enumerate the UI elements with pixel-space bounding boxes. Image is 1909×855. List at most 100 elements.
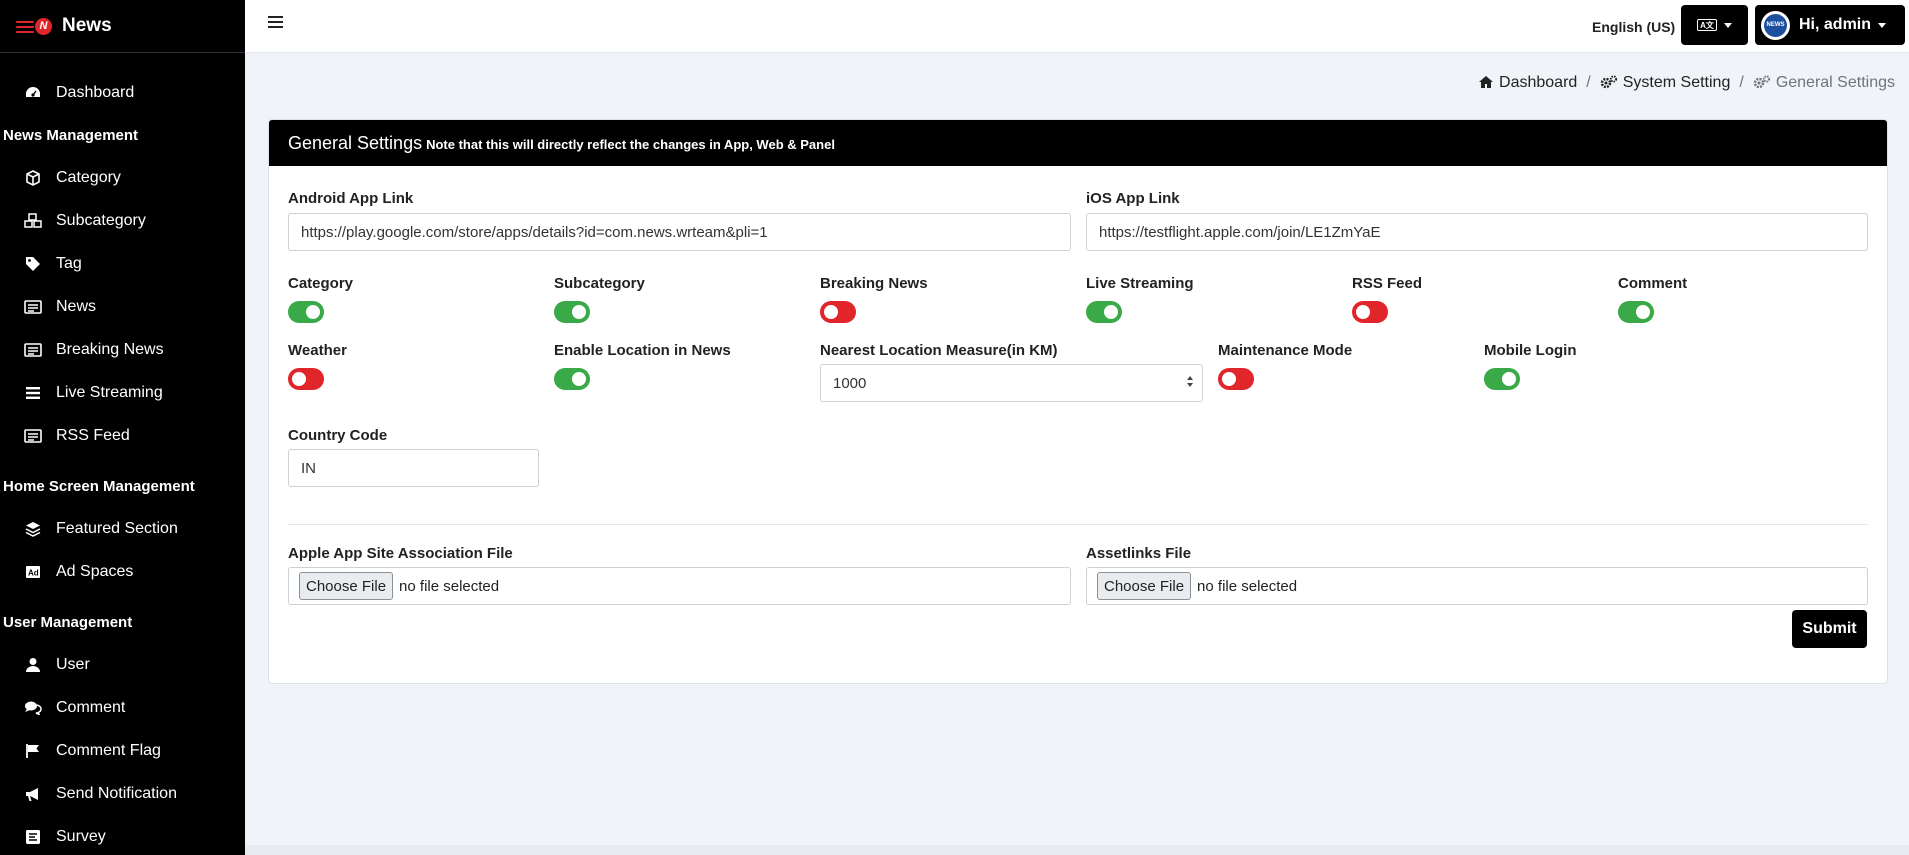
section-header-user-management: User Management (3, 613, 133, 631)
breadcrumb-general-settings: General Settings (1753, 74, 1895, 92)
mobile-login-toggle[interactable] (1484, 368, 1520, 390)
enable-location-toggle[interactable] (554, 368, 590, 390)
sidebar-item-label: Tag (56, 254, 82, 272)
menu-toggle-icon[interactable] (268, 16, 283, 30)
sidebar-item-ad-spaces[interactable]: Ad Ad Spaces (0, 550, 245, 593)
sidebar-item-rss-feed[interactable]: RSS Feed (0, 414, 245, 457)
brand-name: News (62, 15, 112, 36)
ios-link-input[interactable]: https://testflight.apple.com/join/LE1ZmY… (1086, 213, 1868, 251)
section-divider (288, 524, 1868, 525)
toggle-label-mobile-login: Mobile Login (1484, 342, 1577, 359)
layers-icon (23, 521, 43, 537)
choose-file-button[interactable]: Choose File (299, 572, 394, 600)
sidebar-item-label: Category (56, 168, 121, 186)
toggle-label-enable-location: Enable Location in News (554, 342, 731, 359)
flag-icon (23, 743, 43, 759)
sidebar-item-label: RSS Feed (56, 426, 130, 444)
cube-icon (23, 169, 43, 186)
submit-button[interactable]: Submit (1792, 610, 1867, 648)
country-code-input[interactable]: IN (288, 449, 539, 487)
toggle-label-comment: Comment (1618, 275, 1688, 292)
breaking-news-toggle[interactable] (820, 301, 856, 323)
sidebar-item-label: Breaking News (56, 340, 164, 358)
toggle-label-live-streaming: Live Streaming (1086, 275, 1194, 292)
sidebar-item-survey[interactable]: Survey (0, 815, 245, 855)
weather-toggle[interactable] (288, 368, 324, 390)
sidebar-item-label: Send Notification (56, 784, 177, 802)
avatar: NEWS (1761, 10, 1790, 40)
tag-icon (23, 256, 43, 272)
android-link-input[interactable]: https://play.google.com/store/apps/detai… (288, 213, 1071, 251)
language-dropdown-button[interactable]: A文 (1681, 5, 1748, 45)
sidebar-item-user[interactable]: User (0, 643, 245, 686)
choose-file-button[interactable]: Choose File (1097, 572, 1192, 600)
apple-file-label: Apple App Site Association File (288, 545, 513, 562)
card-title: General Settings (288, 132, 423, 153)
sidebar-item-live-streaming[interactable]: Live Streaming (0, 371, 245, 414)
brand[interactable]: N News (0, 0, 245, 53)
nearest-location-input[interactable]: 1000 (820, 364, 1203, 402)
sidebar-item-label: Comment (56, 698, 126, 716)
comment-toggle[interactable] (1618, 301, 1654, 323)
ad-icon: Ad (23, 564, 43, 580)
android-link-label: Android App Link (288, 190, 414, 207)
user-icon (23, 657, 43, 673)
cogs-icon (1753, 74, 1771, 92)
sidebar-item-subcategory[interactable]: Subcategory (0, 199, 245, 242)
country-code-label: Country Code (288, 427, 388, 444)
assetlinks-file-input[interactable]: Choose File no file selected (1086, 567, 1868, 605)
sidebar-item-label: Live Streaming (56, 383, 163, 401)
card-header: General Settings Note that this will dir… (269, 120, 1887, 166)
subcategory-toggle[interactable] (554, 301, 590, 323)
sidebar-item-label: Ad Spaces (56, 562, 134, 580)
toggle-label-category: Category (288, 275, 354, 292)
sidebar-item-label: Subcategory (56, 211, 146, 229)
rss-feed-toggle[interactable] (1352, 301, 1388, 323)
breadcrumb-system-setting[interactable]: System Setting (1600, 74, 1730, 92)
sidebar-item-featured-section[interactable]: Featured Section (0, 507, 245, 550)
category-toggle[interactable] (288, 301, 324, 323)
sidebar-item-send-notification[interactable]: Send Notification (0, 772, 245, 815)
newspaper-icon (23, 342, 43, 358)
sidebar-item-category[interactable]: Category (0, 156, 245, 199)
breadcrumb-dashboard[interactable]: Dashboard (1478, 74, 1577, 92)
bullhorn-icon (23, 786, 43, 802)
apple-file-input[interactable]: Choose File no file selected (288, 567, 1071, 605)
toggle-label-weather: Weather (288, 342, 347, 359)
newspaper-icon (23, 428, 43, 444)
nearest-location-label: Nearest Location Measure(in KM) (820, 342, 1058, 359)
cogs-icon (1600, 74, 1618, 92)
sidebar-item-label: Dashboard (56, 83, 135, 101)
card-note: Note that this will directly reflect the… (426, 136, 835, 152)
translate-icon: A文 (1697, 19, 1717, 31)
sidebar-item-dashboard[interactable]: Dashboard (0, 71, 245, 114)
maintenance-mode-toggle[interactable] (1218, 368, 1254, 390)
horizontal-scrollbar[interactable] (245, 845, 1909, 855)
user-menu-button[interactable]: NEWS Hi, admin (1755, 5, 1905, 45)
sidebar-item-tag[interactable]: Tag (0, 242, 245, 285)
number-spinner-icon[interactable] (1186, 376, 1194, 390)
sidebar-item-breaking-news[interactable]: Breaking News (0, 328, 245, 371)
sidebar-item-label: News (56, 297, 97, 315)
live-streaming-toggle[interactable] (1086, 301, 1122, 323)
comments-icon (23, 700, 43, 716)
dashboard-icon (23, 85, 43, 101)
current-language: English (US) (1592, 19, 1676, 35)
sidebar-item-news[interactable]: News (0, 285, 245, 328)
news-logo-icon: N (14, 16, 52, 36)
sidebar-item-comment[interactable]: Comment (0, 686, 245, 729)
sidebar-item-comment-flag[interactable]: Comment Flag (0, 729, 245, 772)
file-status: no file selected (399, 577, 500, 595)
section-header-home-screen-management: Home Screen Management (3, 477, 195, 495)
toggle-label-maintenance-mode: Maintenance Mode (1218, 342, 1353, 359)
sidebar-item-label: Featured Section (56, 519, 178, 537)
poll-icon (23, 829, 43, 845)
sidebar-item-label: Comment Flag (56, 741, 161, 759)
sidebar: N News Dashboard News Management Categor… (0, 0, 245, 855)
top-navbar: English (US) A文 NEWS Hi, admin (245, 0, 1909, 53)
sidebar-item-label: Survey (56, 827, 106, 845)
svg-text:Ad: Ad (28, 568, 39, 577)
caret-down-icon (1724, 22, 1732, 28)
breadcrumb: Dashboard / System Setting / General Set… (1478, 74, 1895, 92)
ios-link-label: iOS App Link (1086, 190, 1180, 207)
